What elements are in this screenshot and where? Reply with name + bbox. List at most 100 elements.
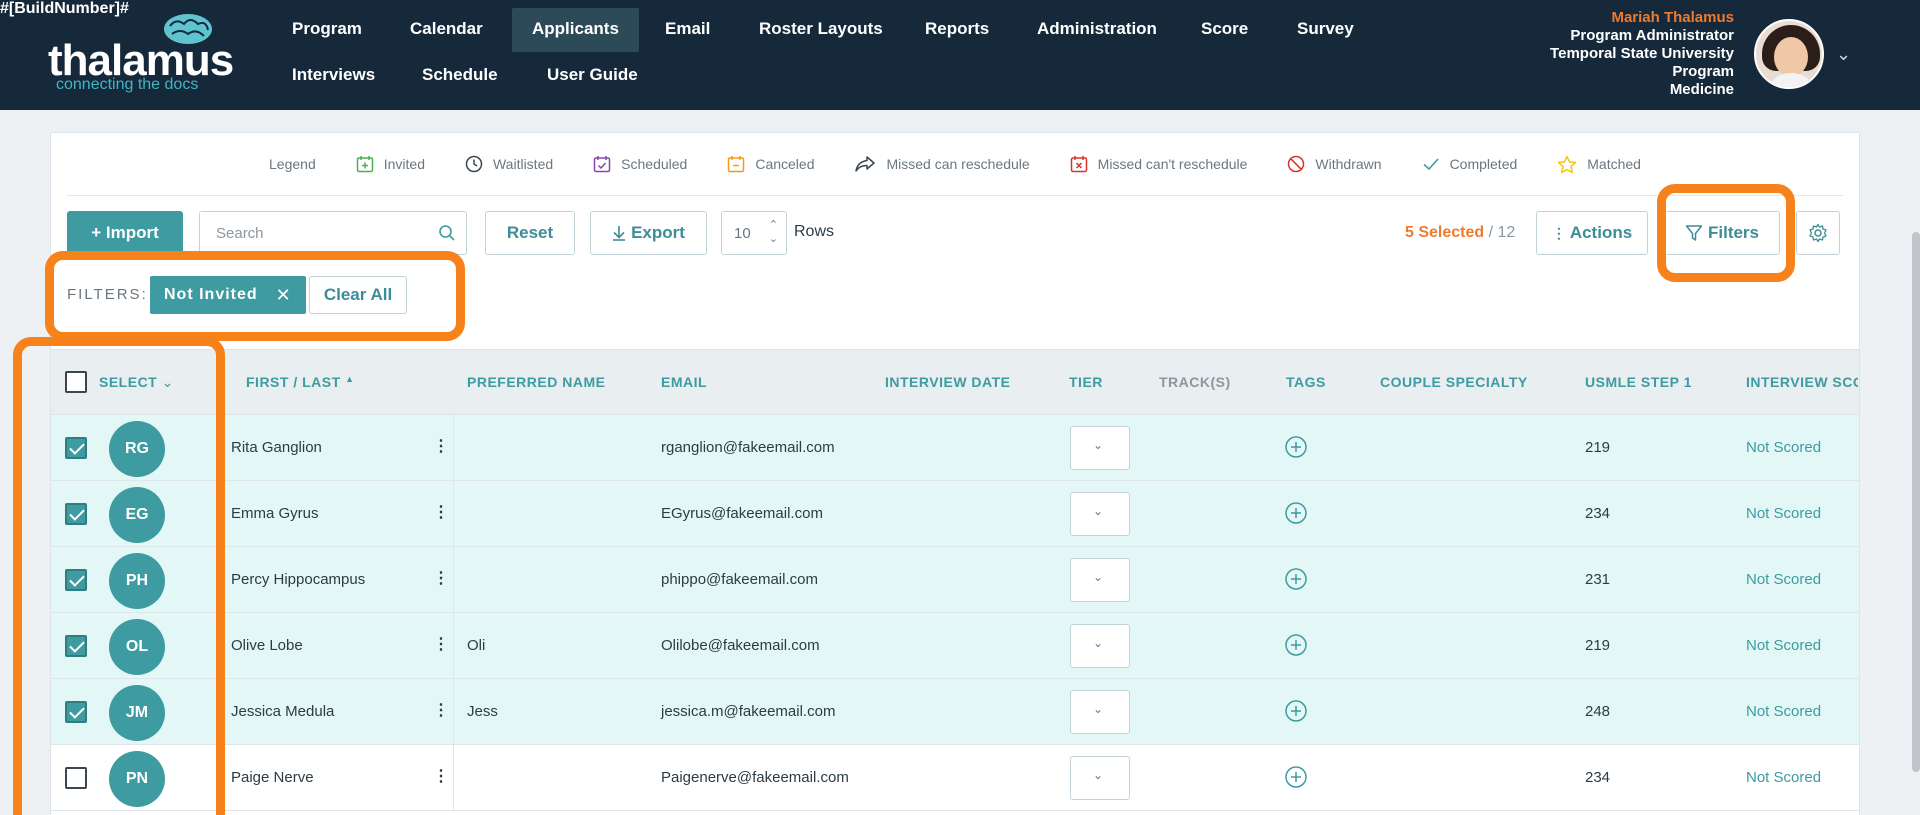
legend-completed: Completed <box>1422 155 1517 173</box>
row-checkbox[interactable] <box>65 569 87 591</box>
tier-select[interactable]: ⌄ <box>1070 492 1130 536</box>
row-checkbox[interactable] <box>65 767 87 789</box>
nav-calendar[interactable]: Calendar <box>390 10 503 48</box>
table-row[interactable]: RG Rita Ganglion ⋮ rganglion@fakeemail.com ⌄… <box>51 415 1859 481</box>
initials-avatar[interactable]: EG <box>109 487 165 543</box>
table-row[interactable]: OL Olive Lobe ⋮ Oli Olilobe@fakeemail.com ⌄ 21… <box>51 613 1859 679</box>
col-email[interactable]: EMAIL <box>661 374 707 390</box>
more-options-icon[interactable]: ⋮ <box>433 436 449 456</box>
tier-select[interactable]: ⌄ <box>1070 756 1130 800</box>
chevron-down-icon[interactable]: ⌄ <box>1836 44 1851 65</box>
stepper-arrows[interactable]: ⌃ ⌄ <box>769 218 778 246</box>
nav-interviews[interactable]: Interviews <box>272 56 395 94</box>
table-settings-button[interactable] <box>1796 211 1840 255</box>
add-tag-icon[interactable] <box>1284 633 1308 657</box>
close-icon[interactable]: ✕ <box>276 285 292 306</box>
tier-select[interactable]: ⌄ <box>1070 426 1130 470</box>
divider <box>453 745 454 811</box>
filter-chip-not-invited[interactable]: Not Invited ✕ <box>150 276 306 314</box>
more-options-icon[interactable]: ⋮ <box>433 634 449 654</box>
add-tag-icon[interactable] <box>1284 765 1308 789</box>
initials-avatar[interactable]: RG <box>109 421 165 477</box>
applicant-name[interactable]: Olive Lobe <box>231 637 303 654</box>
nav-program[interactable]: Program <box>272 10 382 48</box>
usmle-score: 231 <box>1585 571 1611 588</box>
applicants-panel: Legend Invited Waitlisted Scheduled Canc… <box>13 132 1860 815</box>
col-usmle-step-1[interactable]: USMLE STEP 1 <box>1585 374 1692 390</box>
initials-avatar[interactable]: JM <box>109 685 165 741</box>
avatar[interactable] <box>1754 19 1824 89</box>
col-preferred-name[interactable]: PREFERRED NAME <box>467 374 605 390</box>
col-interview-score[interactable]: INTERVIEW SCO <box>1746 374 1858 390</box>
add-tag-icon[interactable] <box>1284 435 1308 459</box>
add-tag-icon[interactable] <box>1284 501 1308 525</box>
add-tag-icon[interactable] <box>1284 567 1308 591</box>
filters-label: Filters <box>1707 223 1760 242</box>
applicant-name[interactable]: Percy Hippocampus <box>231 571 365 588</box>
row-checkbox[interactable] <box>65 437 87 459</box>
search-input[interactable] <box>200 212 420 254</box>
initials-avatar[interactable]: OL <box>109 619 165 675</box>
applicant-name[interactable]: Rita Ganglion <box>231 439 322 456</box>
search-icon[interactable] <box>438 224 456 242</box>
col-couple-specialty[interactable]: COUPLE SPECIALTY <box>1380 374 1528 390</box>
interview-score[interactable]: Not Scored <box>1746 505 1821 522</box>
nav-schedule[interactable]: Schedule <box>402 56 518 94</box>
interview-score[interactable]: Not Scored <box>1746 637 1821 654</box>
initials-avatar[interactable]: PN <box>109 751 165 807</box>
page-scrollbar[interactable] <box>1912 232 1920 772</box>
add-tag-icon[interactable] <box>1284 699 1308 723</box>
row-checkbox[interactable] <box>65 635 87 657</box>
interview-score[interactable]: Not Scored <box>1746 769 1821 786</box>
nav-roster-layouts[interactable]: Roster Layouts <box>739 10 903 48</box>
interview-score[interactable]: Not Scored <box>1746 703 1821 720</box>
interview-score[interactable]: Not Scored <box>1746 571 1821 588</box>
nav-user-guide[interactable]: User Guide <box>527 56 658 94</box>
tier-select[interactable]: ⌄ <box>1070 624 1130 668</box>
applicant-name[interactable]: Jessica Medula <box>231 703 334 720</box>
table-row[interactable]: PN Paige Nerve ⋮ Paigenerve@fakeemail.com ⌄ 2… <box>51 745 1859 811</box>
filters-button[interactable]: Filters <box>1664 211 1780 255</box>
col-first-last[interactable]: FIRST / LAST ▲ <box>246 374 354 390</box>
more-options-icon[interactable]: ⋮ <box>433 700 449 720</box>
user-info[interactable]: Mariah Thalamus Program Administrator Te… <box>1550 9 1734 99</box>
nav-email[interactable]: Email <box>645 10 730 48</box>
col-interview-date[interactable]: INTERVIEW DATE <box>885 374 1011 390</box>
nav-survey[interactable]: Survey <box>1277 10 1374 48</box>
export-button[interactable]: Export <box>590 211 707 255</box>
selected-count: 5 Selected / 12 <box>1405 224 1516 241</box>
legend-invited: Invited <box>356 155 425 173</box>
interview-score[interactable]: Not Scored <box>1746 439 1821 456</box>
rows-value: 10 <box>734 224 751 242</box>
nav-administration[interactable]: Administration <box>1017 10 1177 48</box>
table-row[interactable]: EG Emma Gyrus ⋮ EGyrus@fakeemail.com ⌄ 234 Not… <box>51 481 1859 547</box>
more-options-icon[interactable]: ⋮ <box>433 502 449 522</box>
rows-per-page-stepper[interactable]: 10 ⌃ ⌄ <box>721 211 787 255</box>
email-cell: rganglion@fakeemail.com <box>661 439 835 456</box>
actions-button[interactable]: ⋮ Actions <box>1536 211 1648 255</box>
thalamus-logo[interactable]: thalamus connecting the docs <box>48 12 234 93</box>
row-checkbox[interactable] <box>65 503 87 525</box>
nav-score[interactable]: Score <box>1181 10 1268 48</box>
col-tier[interactable]: TIER <box>1069 374 1103 390</box>
applicant-name[interactable]: Paige Nerve <box>231 769 314 786</box>
tier-select[interactable]: ⌄ <box>1070 558 1130 602</box>
more-options-icon[interactable]: ⋮ <box>433 766 449 786</box>
tier-select[interactable]: ⌄ <box>1070 690 1130 734</box>
row-checkbox[interactable] <box>65 701 87 723</box>
reset-button[interactable]: Reset <box>485 211 575 255</box>
import-button[interactable]: + Import <box>67 211 183 255</box>
star-icon <box>1558 155 1577 173</box>
table-row[interactable]: PH Percy Hippocampus ⋮ phippo@fakeemail.com… <box>51 547 1859 613</box>
applicant-name[interactable]: Emma Gyrus <box>231 505 319 522</box>
divider <box>453 481 454 547</box>
col-select[interactable]: SELECT ⌄ <box>99 374 174 391</box>
clear-all-button[interactable]: Clear All <box>309 276 407 314</box>
col-tags[interactable]: TAGS <box>1286 374 1326 390</box>
initials-avatar[interactable]: PH <box>109 553 165 609</box>
select-all-checkbox[interactable] <box>65 371 87 393</box>
nav-reports[interactable]: Reports <box>905 10 1009 48</box>
more-options-icon[interactable]: ⋮ <box>433 568 449 588</box>
table-row[interactable]: JM Jessica Medula ⋮ Jess jessica.m@fakeemail… <box>51 679 1859 745</box>
nav-applicants[interactable]: Applicants <box>512 8 639 52</box>
